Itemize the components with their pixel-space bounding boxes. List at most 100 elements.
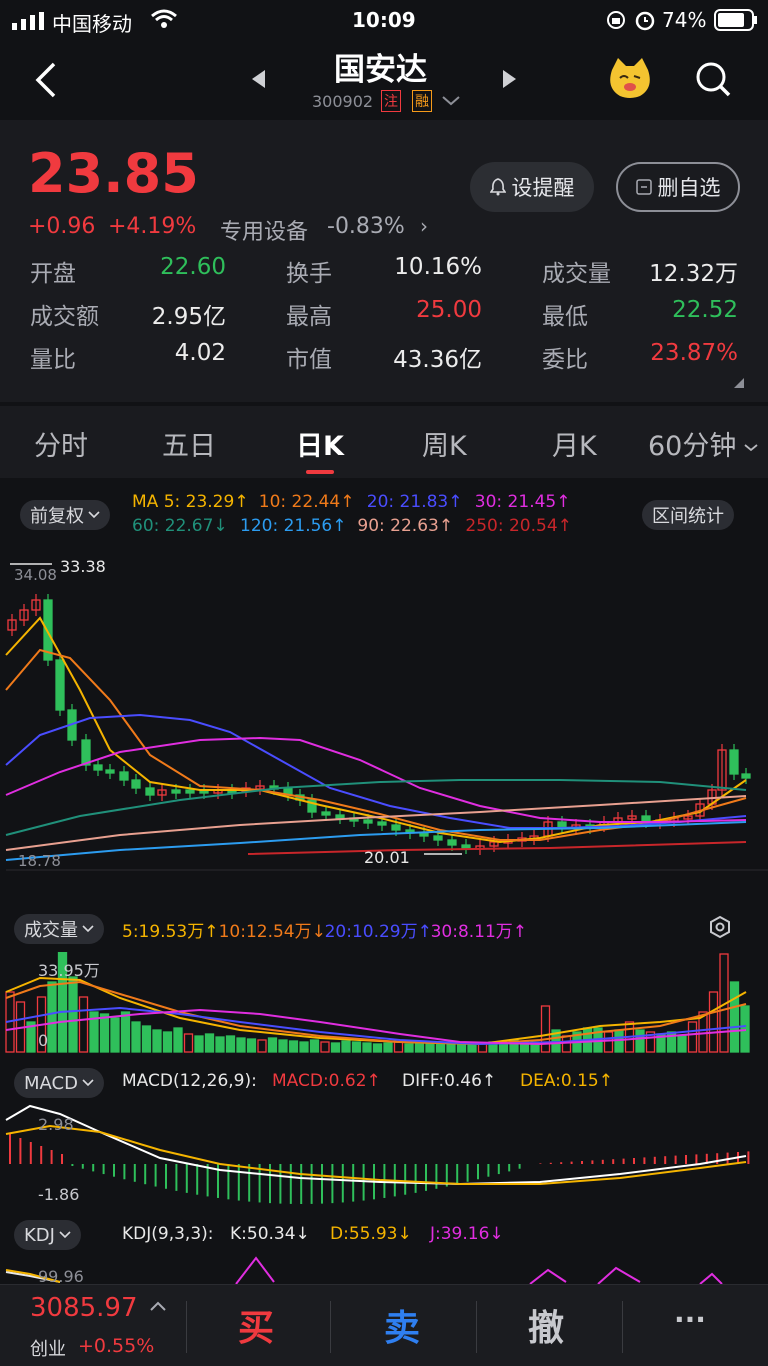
ma-legend-item: 30: 21.45↑	[474, 492, 571, 512]
kdj-chart[interactable]: 99.96	[0, 1256, 768, 1284]
back-arrow-icon[interactable]	[34, 62, 58, 98]
stat-value: 22.52	[672, 297, 738, 323]
kdj-dropdown[interactable]: KDJ	[14, 1220, 81, 1250]
volume-chart[interactable]: 33.95万 0	[0, 952, 768, 1056]
prev-stock-icon[interactable]	[252, 70, 266, 88]
search-icon[interactable]	[694, 60, 732, 98]
volume-bar	[330, 1042, 341, 1053]
volume-bar	[708, 991, 719, 1053]
stat-label: 委比	[542, 347, 588, 373]
stat-label: 成交量	[542, 261, 611, 287]
candle-body	[171, 789, 181, 794]
candle-body	[741, 773, 751, 779]
tab-weekly-k[interactable]: 周K	[422, 424, 467, 463]
tab-intraday[interactable]: 分时	[34, 424, 88, 463]
volume-bar	[362, 1042, 372, 1053]
volume-bar	[68, 976, 78, 1053]
divider	[330, 1301, 331, 1353]
volume-bar	[341, 1040, 351, 1053]
volume-bar	[603, 1031, 614, 1053]
candle-body	[131, 779, 141, 789]
chevron-down-icon[interactable]	[442, 96, 460, 106]
tab-five-day[interactable]: 五日	[162, 424, 216, 463]
sell-button[interactable]: 卖	[384, 1299, 420, 1351]
sector-change[interactable]: -0.83%	[327, 214, 405, 239]
volume-bar	[110, 1017, 120, 1053]
kdj-label: KDJ	[24, 1224, 55, 1246]
volume-bar	[320, 1041, 330, 1053]
volume-bar	[278, 1039, 288, 1053]
index-value[interactable]: 3085.97	[30, 1293, 138, 1323]
volume-bar	[740, 1005, 750, 1053]
chevron-up-icon[interactable]	[150, 1301, 166, 1311]
volume-dropdown[interactable]: 成交量	[14, 914, 104, 944]
volume-bar	[215, 1036, 225, 1053]
sector-name[interactable]: 专用设备	[220, 214, 308, 246]
macd-value: MACD:0.62↑	[272, 1071, 381, 1091]
kline-chart[interactable]: 34.08 33.38 18.78 20.01	[0, 550, 768, 880]
stat-label: 成交额	[30, 304, 99, 330]
volume-label: 成交量	[24, 920, 78, 941]
j-line	[529, 1268, 567, 1284]
adjust-label: 前复权	[30, 506, 84, 527]
volume-bar	[152, 1029, 162, 1053]
macd-bottom-axis: -1.86	[38, 1185, 79, 1204]
more-button[interactable]: ···	[674, 1303, 706, 1336]
diff-line	[5, 1104, 747, 1186]
ma-legend-row2: 60: 22.67↓ 120: 21.56↑ 90: 22.63↑ 250: 20.5…	[132, 516, 632, 538]
macd-dropdown[interactable]: MACD	[14, 1068, 104, 1098]
ma5-line	[5, 616, 747, 844]
settings-hexagon-icon[interactable]	[708, 915, 732, 939]
stat-label: 量比	[30, 347, 76, 373]
candle-body	[145, 787, 155, 796]
ma-legend-row1: MA 5: 23.29↑ 10: 22.44↑ 20: 21.83↑ 30: 21.4…	[132, 492, 632, 514]
mascot-icon[interactable]	[606, 56, 654, 100]
interval-stats-label: 区间统计	[652, 506, 724, 527]
chevron-down-icon	[82, 925, 94, 933]
volume-top-axis: 33.95万	[38, 961, 100, 980]
cancel-order-button[interactable]: 撤	[528, 1299, 564, 1351]
expand-corner-icon[interactable]	[734, 378, 744, 388]
candle-body	[433, 835, 443, 841]
ma-legend-item: 120: 21.56↑	[240, 516, 347, 536]
volume-bar	[635, 1029, 645, 1053]
ma-legend-item: 250: 20.54↑	[465, 516, 572, 536]
adjust-dropdown[interactable]: 前复权	[20, 500, 110, 530]
volume-bar	[677, 1035, 687, 1053]
tab-monthly-k[interactable]: 月K	[552, 424, 597, 463]
remove-watchlist-button[interactable]: 删自选	[616, 162, 740, 212]
candle-body	[81, 739, 91, 766]
volume-bar	[351, 1041, 362, 1053]
candle-body	[321, 811, 331, 816]
min-price-label: 20.01	[364, 848, 410, 867]
ma-legend-item: 20: 21.83↑	[366, 492, 463, 512]
active-tab-indicator	[306, 470, 334, 474]
tab-daily-k[interactable]: 日K	[296, 424, 344, 463]
divider	[476, 1301, 477, 1353]
candle-body	[105, 769, 115, 774]
ma-legend-item: 5:19.53万↑	[122, 922, 219, 942]
macd-legend: MACD(12,26,9): MACD:0.62↑ DIFF:0.46↑ DEA…	[122, 1071, 642, 1093]
sector-chevron-icon[interactable]: ›	[420, 214, 428, 238]
volume-bar	[162, 1031, 173, 1053]
next-stock-icon[interactable]	[502, 70, 516, 88]
stat-value: 43.36亿	[393, 347, 482, 373]
alarm-icon	[635, 11, 655, 31]
volume-bar	[561, 1035, 572, 1053]
chevron-down-icon[interactable]	[744, 444, 758, 452]
kdj-params: KDJ(9,3,3):	[122, 1224, 214, 1244]
volume-bar	[141, 1025, 152, 1053]
volume-bar	[393, 1041, 404, 1053]
stat-label: 市值	[286, 347, 332, 373]
macd-chart[interactable]: 2.98 -1.86	[0, 1104, 768, 1208]
candle-body	[363, 819, 373, 824]
buy-button[interactable]: 买	[238, 1299, 274, 1351]
stat-value: 23.87%	[650, 340, 738, 366]
set-alert-button[interactable]: 设提醒	[470, 162, 594, 212]
max-price-label: 33.38	[60, 557, 106, 576]
interval-stats-button[interactable]: 区间统计	[642, 500, 734, 530]
stat-label: 最低	[542, 304, 588, 330]
diff-value: DIFF:0.46↑	[402, 1071, 497, 1091]
tab-60-minute[interactable]: 60分钟	[648, 424, 736, 463]
rotation-lock-icon	[607, 11, 625, 29]
